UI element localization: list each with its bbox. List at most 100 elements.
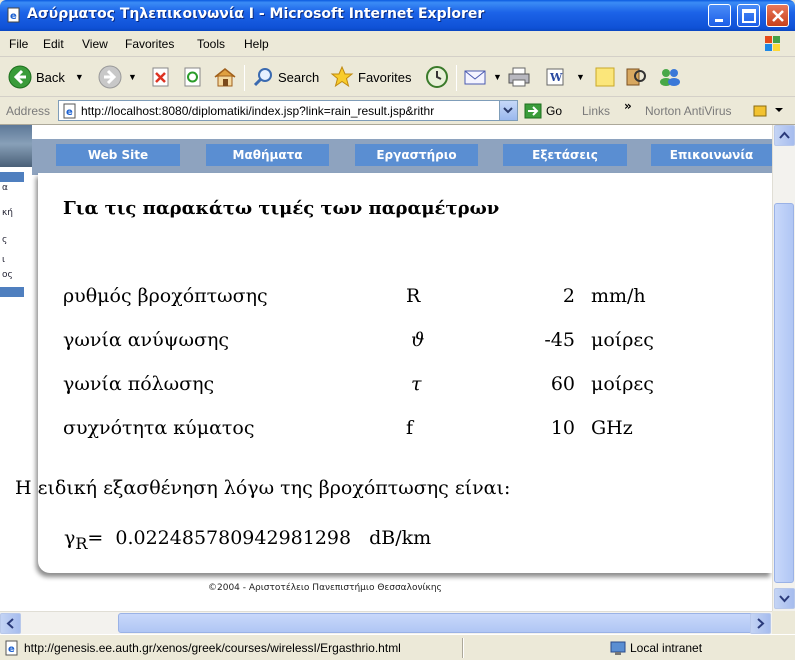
search-button[interactable]: Search <box>252 65 319 89</box>
page-heading: Για τις παρακάτω τιμές των παραμέτρων <box>63 198 500 219</box>
address-bar: Address e http://localhost:8080/diplomat… <box>0 97 795 125</box>
edit-button[interactable]: W ▼ <box>544 65 585 89</box>
parameter-name: συχνότητα κύματος <box>63 417 255 439</box>
toolbar: Back ▼ ▼ Search Favorites ▼ W ▼ <box>0 57 795 97</box>
links-label[interactable]: Links <box>582 104 610 118</box>
parameter-symbol: τ <box>411 373 422 395</box>
edit-dropdown-icon[interactable]: ▼ <box>576 72 585 82</box>
forward-dropdown-icon[interactable]: ▼ <box>128 72 137 82</box>
scroll-down-button[interactable] <box>774 588 795 609</box>
vertical-scroll-thumb[interactable] <box>774 203 794 583</box>
chevron-down-icon <box>503 107 513 114</box>
go-label: Go <box>546 104 563 118</box>
address-input[interactable]: e http://localhost:8080/diplomatiki/inde… <box>58 100 518 121</box>
nav-web-site[interactable]: Web Site <box>56 144 180 166</box>
print-button[interactable] <box>507 65 531 89</box>
menu-tools[interactable]: Tools <box>197 37 225 51</box>
nav-ergastirio[interactable]: Εργαστήριο <box>355 144 478 166</box>
horizontal-scroll-thumb[interactable] <box>118 613 754 633</box>
left-frame: α κή ς ι ος <box>0 125 32 611</box>
forward-button[interactable]: ▼ <box>98 65 137 89</box>
nav-epikoinonia[interactable]: Επικοινωνία <box>651 144 772 166</box>
close-icon <box>772 10 784 22</box>
research-icon <box>626 68 646 86</box>
result-value: 0.022485780942981298 <box>115 527 352 549</box>
left-frame-text[interactable]: κή <box>2 208 13 218</box>
parameter-name: ρυθμός βροχόπτωσης <box>63 285 268 307</box>
messenger-icon <box>660 69 680 86</box>
stop-button[interactable] <box>150 65 172 89</box>
vertical-scrollbar[interactable] <box>772 125 795 611</box>
menu-favorites[interactable]: Favorites <box>125 37 174 51</box>
close-button[interactable] <box>766 4 789 27</box>
menu-bar: File Edit View Favorites Tools Help <box>0 31 795 57</box>
favorites-button[interactable]: Favorites <box>330 65 411 89</box>
address-dropdown-button[interactable] <box>499 101 517 120</box>
mail-button[interactable]: ▼ <box>463 65 502 89</box>
maximize-icon <box>742 9 756 23</box>
back-label: Back <box>36 69 65 85</box>
result-description: Η ειδική εξασθένηση λόγω της βροχόπτωσης… <box>15 477 511 499</box>
stop-icon <box>152 67 169 87</box>
scroll-up-button[interactable] <box>774 125 795 146</box>
parameter-value: 60 <box>550 373 575 395</box>
menu-help[interactable]: Help <box>244 37 269 51</box>
nav-band: Web Site Μαθήματα Εργαστήριο Εξετάσεις Ε… <box>32 125 772 175</box>
scroll-left-button[interactable] <box>0 613 21 634</box>
window-title: Ασύρματος Τηλεπικοινωνία Ι - Microsoft I… <box>27 6 485 22</box>
title-bar: e Ασύρματος Τηλεπικοινωνία Ι - Microsoft… <box>0 0 795 31</box>
nav-mathimata[interactable]: Μαθήματα <box>206 144 329 166</box>
svg-text:e: e <box>66 107 73 118</box>
maximize-button[interactable] <box>737 4 760 27</box>
norton-dropdown-icon[interactable] <box>774 105 784 115</box>
security-zone: Local intranet <box>630 641 703 655</box>
chevron-up-icon <box>779 131 790 139</box>
home-icon <box>214 68 236 87</box>
parameter-value: 10 <box>550 417 575 439</box>
forward-arrow-icon <box>98 65 122 89</box>
result-subscript: R <box>75 533 88 553</box>
left-frame-text[interactable]: α <box>2 183 8 193</box>
go-button[interactable]: Go <box>524 103 562 119</box>
norton-antivirus-label[interactable]: Norton AntiVirus <box>645 104 732 118</box>
refresh-icon <box>184 67 201 87</box>
minimize-button[interactable] <box>708 4 731 27</box>
windows-logo-icon <box>765 36 780 51</box>
status-bar: e http://genesis.ee.auth.gr/xenos/greek/… <box>0 634 795 660</box>
discuss-button[interactable] <box>594 65 616 89</box>
favorites-label: Favorites <box>358 69 412 85</box>
left-frame-bar <box>0 172 24 182</box>
address-url: http://localhost:8080/diplomatiki/index.… <box>81 104 435 118</box>
home-button[interactable] <box>213 65 237 89</box>
refresh-button[interactable] <box>182 65 204 89</box>
links-chevron-icon[interactable]: » <box>624 99 632 113</box>
scroll-right-button[interactable] <box>750 613 771 634</box>
history-button[interactable] <box>425 65 449 89</box>
horizontal-scrollbar[interactable] <box>0 611 772 634</box>
parameter-value: -45 <box>544 329 575 351</box>
result-equals: = <box>87 527 104 549</box>
left-frame-text[interactable]: ς <box>2 235 7 245</box>
menu-edit[interactable]: Edit <box>43 37 64 51</box>
menu-view[interactable]: View <box>82 37 108 51</box>
back-button[interactable]: Back ▼ <box>8 65 84 89</box>
research-button[interactable] <box>624 65 648 89</box>
mail-icon <box>464 70 486 85</box>
back-dropdown-icon[interactable]: ▼ <box>75 72 84 82</box>
messenger-button[interactable] <box>657 65 683 89</box>
parameter-unit: mm/h <box>591 285 646 307</box>
menu-file[interactable]: File <box>9 37 28 51</box>
copyright-footer: ©2004 - Αριστοτέλειο Πανεπιστήμιο Θεσσαλ… <box>208 583 442 593</box>
toolbar-separator <box>456 65 457 91</box>
left-frame-text[interactable]: ος <box>2 270 13 280</box>
favorites-star-icon <box>330 65 354 88</box>
status-text: http://genesis.ee.auth.gr/xenos/greek/co… <box>24 641 401 655</box>
nav-exetaseis[interactable]: Εξετάσεις <box>503 144 627 166</box>
result-line: γR= 0.022485780942981298 dB/km <box>64 527 431 553</box>
search-icon <box>253 68 272 87</box>
mail-dropdown-icon[interactable]: ▼ <box>493 72 502 82</box>
norton-icon[interactable] <box>752 103 768 119</box>
left-frame-text[interactable]: ι <box>2 255 5 265</box>
left-frame-image <box>0 125 32 167</box>
print-icon <box>508 67 530 87</box>
